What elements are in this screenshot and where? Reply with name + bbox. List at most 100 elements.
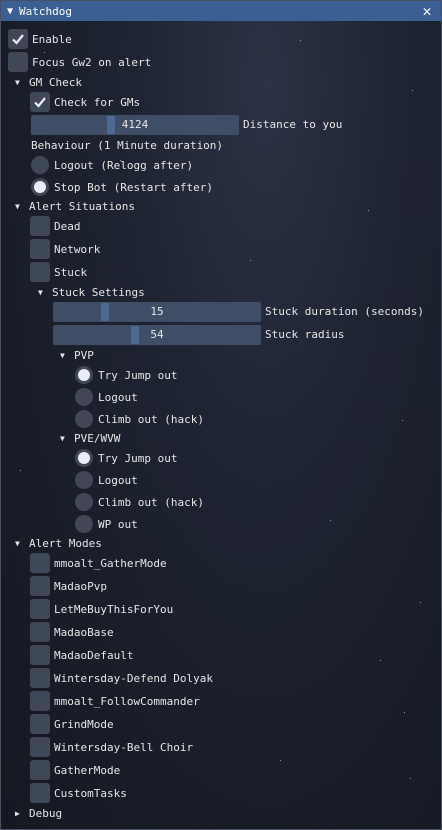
- radio-selected-dot: [34, 181, 46, 193]
- alert-mode-row[interactable]: mmoalt_GatherMode: [30, 553, 167, 573]
- alert-mode-row[interactable]: CustomTasks: [30, 783, 127, 803]
- check-for-gms-checkbox[interactable]: [30, 92, 50, 112]
- alert-mode-row[interactable]: GatherMode: [30, 760, 120, 780]
- alert-mode-checkbox[interactable]: [30, 760, 50, 780]
- pve-wp-out-radio-row[interactable]: WP out: [75, 514, 138, 534]
- alert-mode-label: MadaoPvp: [54, 579, 107, 593]
- alert-mode-checkbox[interactable]: [30, 622, 50, 642]
- stuck-label: Stuck: [54, 265, 88, 279]
- pve-try-jump-radio-row[interactable]: Try Jump out: [75, 448, 177, 468]
- alert-mode-row[interactable]: MadaoBase: [30, 622, 114, 642]
- checkmark-icon: [12, 34, 24, 45]
- alert-mode-label: MadaoDefault: [54, 648, 134, 662]
- alert-modes-header[interactable]: ▼ Alert Modes: [15, 533, 102, 553]
- pvp-climb-out-radio[interactable]: [75, 410, 93, 428]
- alert-mode-row[interactable]: LetMeBuyThisForYou: [30, 599, 173, 619]
- alert-mode-checkbox[interactable]: [30, 668, 50, 688]
- alert-mode-checkbox[interactable]: [30, 645, 50, 665]
- stuck-duration-slider[interactable]: 15: [53, 302, 261, 322]
- pve-try-jump-radio[interactable]: [75, 449, 93, 467]
- alert-mode-row[interactable]: MadaoPvp: [30, 576, 107, 596]
- alert-mode-checkbox[interactable]: [30, 599, 50, 619]
- alert-mode-label: MadaoBase: [54, 625, 114, 639]
- alert-modes-title: Alert Modes: [29, 536, 102, 550]
- pve-climb-out-radio[interactable]: [75, 493, 93, 511]
- close-icon[interactable]: ✕: [419, 2, 435, 20]
- alert-mode-row[interactable]: mmoalt_FollowCommander: [30, 691, 200, 711]
- alert-mode-checkbox[interactable]: [30, 691, 50, 711]
- stop-bot-radio[interactable]: [31, 178, 49, 196]
- logout-relogg-label: Logout (Relogg after): [54, 158, 194, 172]
- alert-mode-checkbox[interactable]: [30, 576, 50, 596]
- pvp-logout-radio-row[interactable]: Logout: [75, 387, 138, 407]
- dead-checkbox-row[interactable]: Dead: [30, 216, 81, 236]
- network-checkbox-row[interactable]: Network: [30, 239, 100, 259]
- pvp-climb-out-radio-row[interactable]: Climb out (hack): [75, 409, 204, 429]
- stuck-radius-slider[interactable]: 54: [53, 325, 261, 345]
- pve-wp-out-radio[interactable]: [75, 515, 93, 533]
- enable-checkbox[interactable]: [8, 29, 28, 49]
- pve-climb-out-radio-row[interactable]: Climb out (hack): [75, 492, 204, 512]
- watchdog-window: ▼ Watchdog ✕ Enable Focus Gw2 on alert ▼…: [0, 0, 442, 830]
- collapsed-arrow-icon: ▶: [15, 808, 20, 818]
- title-bar[interactable]: ▼ Watchdog ✕: [1, 1, 441, 21]
- collapse-arrow-icon[interactable]: ▼: [1, 6, 19, 17]
- alert-mode-row[interactable]: GrindMode: [30, 714, 114, 734]
- pvp-title: PVP: [74, 348, 94, 362]
- gm-check-title: GM Check: [29, 75, 82, 89]
- alert-mode-checkbox[interactable]: [30, 714, 50, 734]
- stuck-settings-title: Stuck Settings: [52, 285, 145, 299]
- alert-mode-label: mmoalt_FollowCommander: [54, 694, 200, 708]
- alert-situations-title: Alert Situations: [29, 199, 135, 213]
- stop-bot-radio-row[interactable]: Stop Bot (Restart after): [31, 177, 213, 197]
- stuck-duration-label: Stuck duration (seconds): [265, 305, 424, 318]
- alert-mode-row[interactable]: Wintersday-Defend Dolyak: [30, 668, 213, 688]
- alert-mode-label: CustomTasks: [54, 786, 127, 800]
- pve-wvw-title: PVE/WVW: [74, 431, 121, 445]
- logout-relogg-radio[interactable]: [31, 156, 49, 174]
- stuck-checkbox-row[interactable]: Stuck: [30, 262, 87, 282]
- stuck-checkbox[interactable]: [30, 262, 50, 282]
- enable-checkbox-row[interactable]: Enable: [8, 29, 72, 49]
- gm-check-header[interactable]: ▼ GM Check: [15, 72, 82, 92]
- pvp-logout-radio[interactable]: [75, 388, 93, 406]
- alert-mode-label: Wintersday-Bell Choir: [54, 740, 194, 754]
- network-label: Network: [54, 242, 101, 256]
- expanded-arrow-icon: ▼: [60, 350, 65, 360]
- network-checkbox[interactable]: [30, 239, 50, 259]
- stuck-settings-header[interactable]: ▼ Stuck Settings: [38, 282, 145, 302]
- debug-header[interactable]: ▶ Debug: [15, 803, 62, 823]
- focus-gw2-checkbox-row[interactable]: Focus Gw2 on alert: [8, 52, 151, 72]
- dead-checkbox[interactable]: [30, 216, 50, 236]
- expanded-arrow-icon: ▼: [60, 433, 65, 443]
- logout-relogg-radio-row[interactable]: Logout (Relogg after): [31, 155, 193, 175]
- alert-mode-checkbox[interactable]: [30, 737, 50, 757]
- alert-mode-checkbox[interactable]: [30, 783, 50, 803]
- focus-gw2-checkbox[interactable]: [8, 52, 28, 72]
- pve-wvw-header[interactable]: ▼ PVE/WVW: [60, 428, 120, 448]
- dead-label: Dead: [54, 219, 81, 233]
- expanded-arrow-icon: ▼: [15, 538, 20, 548]
- alert-mode-label: GrindMode: [54, 717, 114, 731]
- alert-mode-label: mmoalt_GatherMode: [54, 556, 167, 570]
- pve-try-jump-label: Try Jump out: [98, 451, 178, 465]
- pve-logout-radio-row[interactable]: Logout: [75, 470, 138, 490]
- expanded-arrow-icon: ▼: [15, 77, 20, 87]
- alert-mode-checkbox[interactable]: [30, 553, 50, 573]
- pve-wp-out-label: WP out: [98, 517, 138, 531]
- alert-mode-label: Wintersday-Defend Dolyak: [54, 671, 213, 685]
- pvp-header[interactable]: ▼ PVP: [60, 345, 94, 365]
- pvp-try-jump-radio-row[interactable]: Try Jump out: [75, 365, 177, 385]
- pvp-try-jump-radio[interactable]: [75, 366, 93, 384]
- pve-logout-radio[interactable]: [75, 471, 93, 489]
- check-for-gms-row[interactable]: Check for GMs: [30, 92, 140, 112]
- alert-mode-row[interactable]: Wintersday-Bell Choir: [30, 737, 193, 757]
- pve-logout-label: Logout: [98, 473, 138, 487]
- stuck-radius-value: 54: [150, 328, 164, 341]
- distance-slider[interactable]: 4124: [31, 115, 239, 135]
- debug-title: Debug: [29, 806, 63, 820]
- alert-mode-row[interactable]: MadaoDefault: [30, 645, 133, 665]
- pvp-logout-label: Logout: [98, 390, 138, 404]
- stop-bot-label: Stop Bot (Restart after): [54, 180, 213, 194]
- alert-situations-header[interactable]: ▼ Alert Situations: [15, 196, 135, 216]
